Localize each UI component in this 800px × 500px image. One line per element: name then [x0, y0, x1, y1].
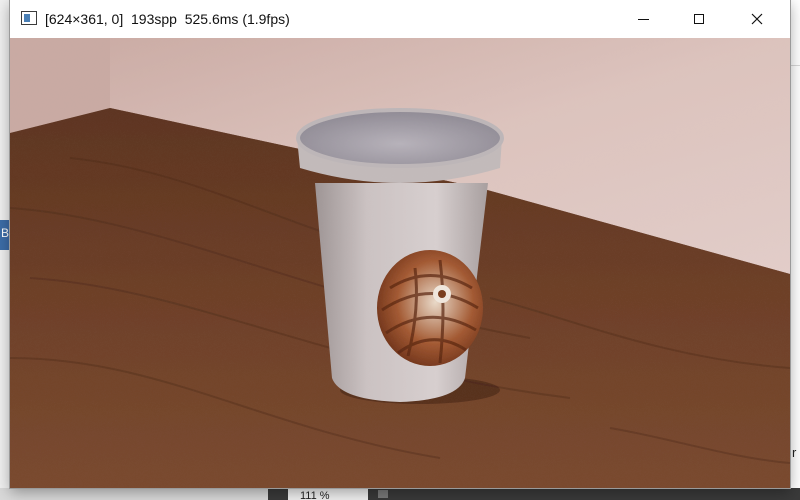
window-title: [624×361, 0] 193spp 525.6ms (1.9fps) — [45, 11, 290, 27]
render-viewport[interactable] — [10, 38, 790, 488]
background-text-fragment: r — [792, 445, 797, 460]
cup-nautilus-print — [377, 250, 483, 366]
background-text-fragment: B — [1, 226, 10, 240]
background-window-fragment-left: B — [0, 220, 10, 250]
background-zoom-label: 111 % — [288, 488, 368, 500]
close-button[interactable] — [734, 0, 780, 38]
rendered-scene — [10, 38, 790, 488]
render-window: [624×361, 0] 193spp 525.6ms (1.9fps) — [10, 0, 790, 488]
minimize-button[interactable] — [620, 0, 666, 38]
app-window-icon — [21, 11, 37, 25]
maximize-button[interactable] — [676, 0, 722, 38]
background-status-strip: 111 % — [0, 488, 800, 500]
close-icon — [751, 13, 763, 25]
maximize-icon — [694, 14, 704, 24]
title-bar[interactable]: [624×361, 0] 193spp 525.6ms (1.9fps) — [10, 0, 790, 38]
minimize-icon — [637, 18, 649, 20]
background-scroll-thumb — [378, 490, 388, 498]
divider — [790, 65, 800, 66]
background-window-fragment-right: r — [790, 0, 800, 500]
